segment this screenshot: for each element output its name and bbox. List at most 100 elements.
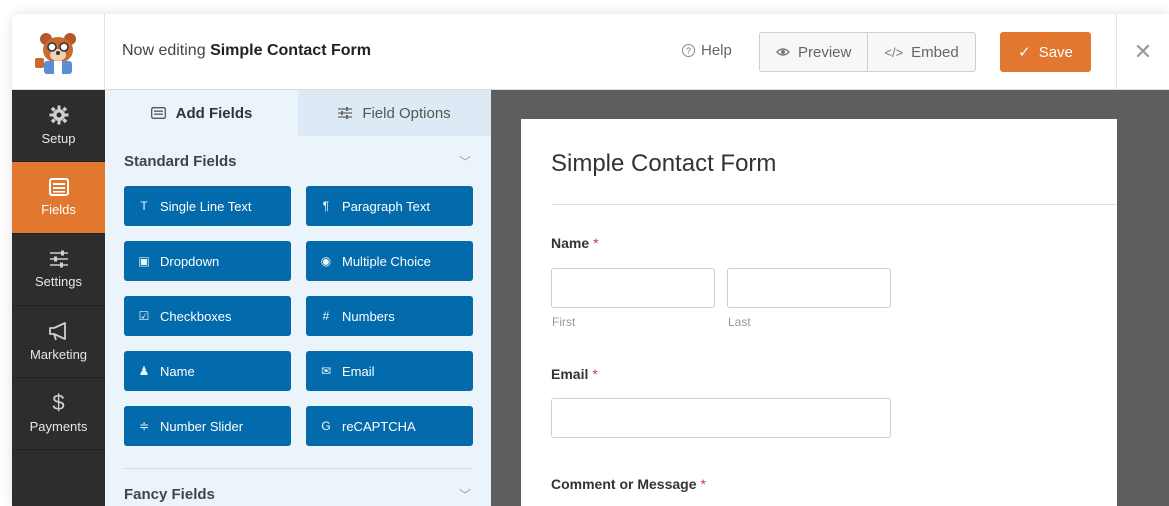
dropdown-icon: ▣ bbox=[138, 254, 150, 268]
chevron-down-icon: ﹀ bbox=[458, 154, 471, 169]
field-label: Dropdown bbox=[160, 253, 220, 269]
text-icon: T bbox=[140, 199, 148, 213]
builder-sidebar: Setup Fields Settings Marketing $ Paymen… bbox=[12, 90, 105, 506]
sliders-icon bbox=[49, 250, 68, 268]
radio-icon: ◉ bbox=[320, 254, 332, 268]
standard-fields-title: Standard Fields bbox=[124, 152, 237, 170]
checkbox-icon: ☑ bbox=[138, 309, 150, 323]
hash-icon: # bbox=[322, 309, 330, 323]
preview-label: Preview bbox=[798, 43, 852, 61]
field-name[interactable]: ♟ Name bbox=[124, 351, 291, 391]
field-label: Paragraph Text bbox=[342, 198, 430, 214]
standard-fields-header[interactable]: Standard Fields ﹀ bbox=[105, 136, 491, 186]
sidebar-item-settings[interactable]: Settings bbox=[12, 234, 105, 306]
bear-mascot-icon bbox=[35, 33, 76, 74]
form-builder-window: Now editing Simple Contact Form ? Help P… bbox=[12, 14, 1169, 506]
field-label: Multiple Choice bbox=[342, 253, 431, 269]
megaphone-icon bbox=[48, 322, 66, 341]
field-paragraph-text[interactable]: ¶ Paragraph Text bbox=[306, 186, 473, 226]
field-numbers[interactable]: # Numbers bbox=[306, 296, 473, 336]
field-label: Email bbox=[342, 363, 375, 379]
field-label: reCAPTCHA bbox=[342, 418, 416, 434]
first-sublabel: First bbox=[552, 315, 576, 329]
required-marker: * bbox=[700, 476, 706, 492]
sidebar-item-setup[interactable]: Setup bbox=[12, 90, 105, 162]
chevron-down-icon: ﹀ bbox=[458, 487, 471, 502]
envelope-icon: ✉ bbox=[320, 364, 332, 378]
sidebar-label-fields: Fields bbox=[41, 202, 76, 217]
save-button[interactable]: ✓ Save bbox=[1000, 32, 1091, 72]
name-label-text: Name bbox=[551, 235, 590, 251]
fancy-fields-header[interactable]: Fancy Fields ﹀ bbox=[105, 469, 491, 506]
embed-label: Embed bbox=[911, 43, 959, 61]
save-label: Save bbox=[1038, 43, 1073, 61]
form-preview-area: Simple Contact Form Name * First Last Ema… bbox=[491, 90, 1169, 506]
field-label: Name bbox=[160, 363, 195, 379]
editing-title: Now editing Simple Contact Form bbox=[122, 42, 371, 60]
first-name-input[interactable] bbox=[551, 268, 715, 308]
fancy-fields-title: Fancy Fields bbox=[124, 485, 215, 503]
sidebar-label-settings: Settings bbox=[35, 274, 82, 289]
preview-embed-group: Preview </> Embed bbox=[759, 32, 976, 72]
comment-field-label: Comment or Message * bbox=[551, 476, 706, 492]
check-icon: ✓ bbox=[1018, 44, 1031, 61]
code-icon: </> bbox=[884, 44, 904, 60]
question-icon: ? bbox=[682, 44, 695, 57]
close-icon[interactable]: ✕ bbox=[1116, 14, 1169, 90]
preview-button[interactable]: Preview bbox=[760, 33, 867, 71]
gear-icon bbox=[49, 105, 68, 125]
embed-button[interactable]: </> Embed bbox=[867, 33, 974, 71]
required-marker: * bbox=[593, 235, 599, 251]
email-input[interactable] bbox=[551, 398, 891, 438]
tab-add-fields[interactable]: Add Fields bbox=[105, 90, 298, 136]
field-recaptcha[interactable]: G reCAPTCHA bbox=[306, 406, 473, 446]
top-bar: Now editing Simple Contact Form ? Help P… bbox=[12, 14, 1169, 90]
eye-icon bbox=[776, 48, 790, 56]
field-number-slider[interactable]: ≑ Number Slider bbox=[124, 406, 291, 446]
name-field-label: Name * bbox=[551, 235, 599, 251]
field-label: Number Slider bbox=[160, 418, 244, 434]
sidebar-item-fields[interactable]: Fields bbox=[12, 162, 105, 234]
help-label: Help bbox=[701, 42, 732, 59]
editing-prefix: Now editing bbox=[122, 42, 206, 59]
field-checkboxes[interactable]: ☑ Checkboxes bbox=[124, 296, 291, 336]
field-multiple-choice[interactable]: ◉ Multiple Choice bbox=[306, 241, 473, 281]
tab-add-fields-label: Add Fields bbox=[175, 104, 253, 122]
tab-field-options-label: Field Options bbox=[362, 104, 451, 122]
panel-tabs: Add Fields Field Options bbox=[105, 90, 491, 136]
google-icon: G bbox=[321, 419, 331, 433]
field-label: Checkboxes bbox=[160, 308, 232, 324]
tab-field-options[interactable]: Field Options bbox=[298, 90, 491, 136]
list-icon bbox=[150, 107, 166, 119]
sidebar-item-payments[interactable]: $ Payments bbox=[12, 378, 105, 450]
form-preview-card: Simple Contact Form Name * First Last Ema… bbox=[521, 119, 1117, 506]
sidebar-label-setup: Setup bbox=[41, 131, 76, 146]
last-name-input[interactable] bbox=[727, 268, 891, 308]
sidebar-label-payments: Payments bbox=[29, 419, 88, 434]
sidebar-label-marketing: Marketing bbox=[29, 347, 88, 362]
email-field-label: Email * bbox=[551, 366, 598, 382]
fields-panel: Add Fields Field Options Standard Fields… bbox=[105, 90, 491, 506]
logo bbox=[12, 14, 105, 90]
sidebar-item-marketing[interactable]: Marketing bbox=[12, 306, 105, 378]
required-marker: * bbox=[592, 366, 598, 382]
form-name: Simple Contact Form bbox=[210, 42, 371, 59]
slider-icon: ≑ bbox=[138, 419, 150, 433]
sliders-icon bbox=[338, 107, 353, 119]
standard-fields-grid: T Single Line Text ¶ Paragraph Text ▣ Dr… bbox=[105, 186, 491, 446]
comment-label-text: Comment or Message bbox=[551, 476, 697, 492]
last-sublabel: Last bbox=[728, 315, 751, 329]
email-label-text: Email bbox=[551, 366, 589, 382]
field-single-line-text[interactable]: T Single Line Text bbox=[124, 186, 291, 226]
field-email[interactable]: ✉ Email bbox=[306, 351, 473, 391]
form-title: Simple Contact Form bbox=[551, 150, 777, 177]
title-divider bbox=[551, 204, 1117, 205]
paragraph-icon: ¶ bbox=[322, 199, 330, 213]
field-label: Numbers bbox=[342, 308, 395, 324]
help-link[interactable]: ? Help bbox=[682, 42, 732, 59]
user-icon: ♟ bbox=[138, 364, 150, 378]
dollar-icon: $ bbox=[52, 390, 65, 415]
list-icon bbox=[48, 178, 69, 196]
field-label: Single Line Text bbox=[160, 198, 252, 214]
field-dropdown[interactable]: ▣ Dropdown bbox=[124, 241, 291, 281]
